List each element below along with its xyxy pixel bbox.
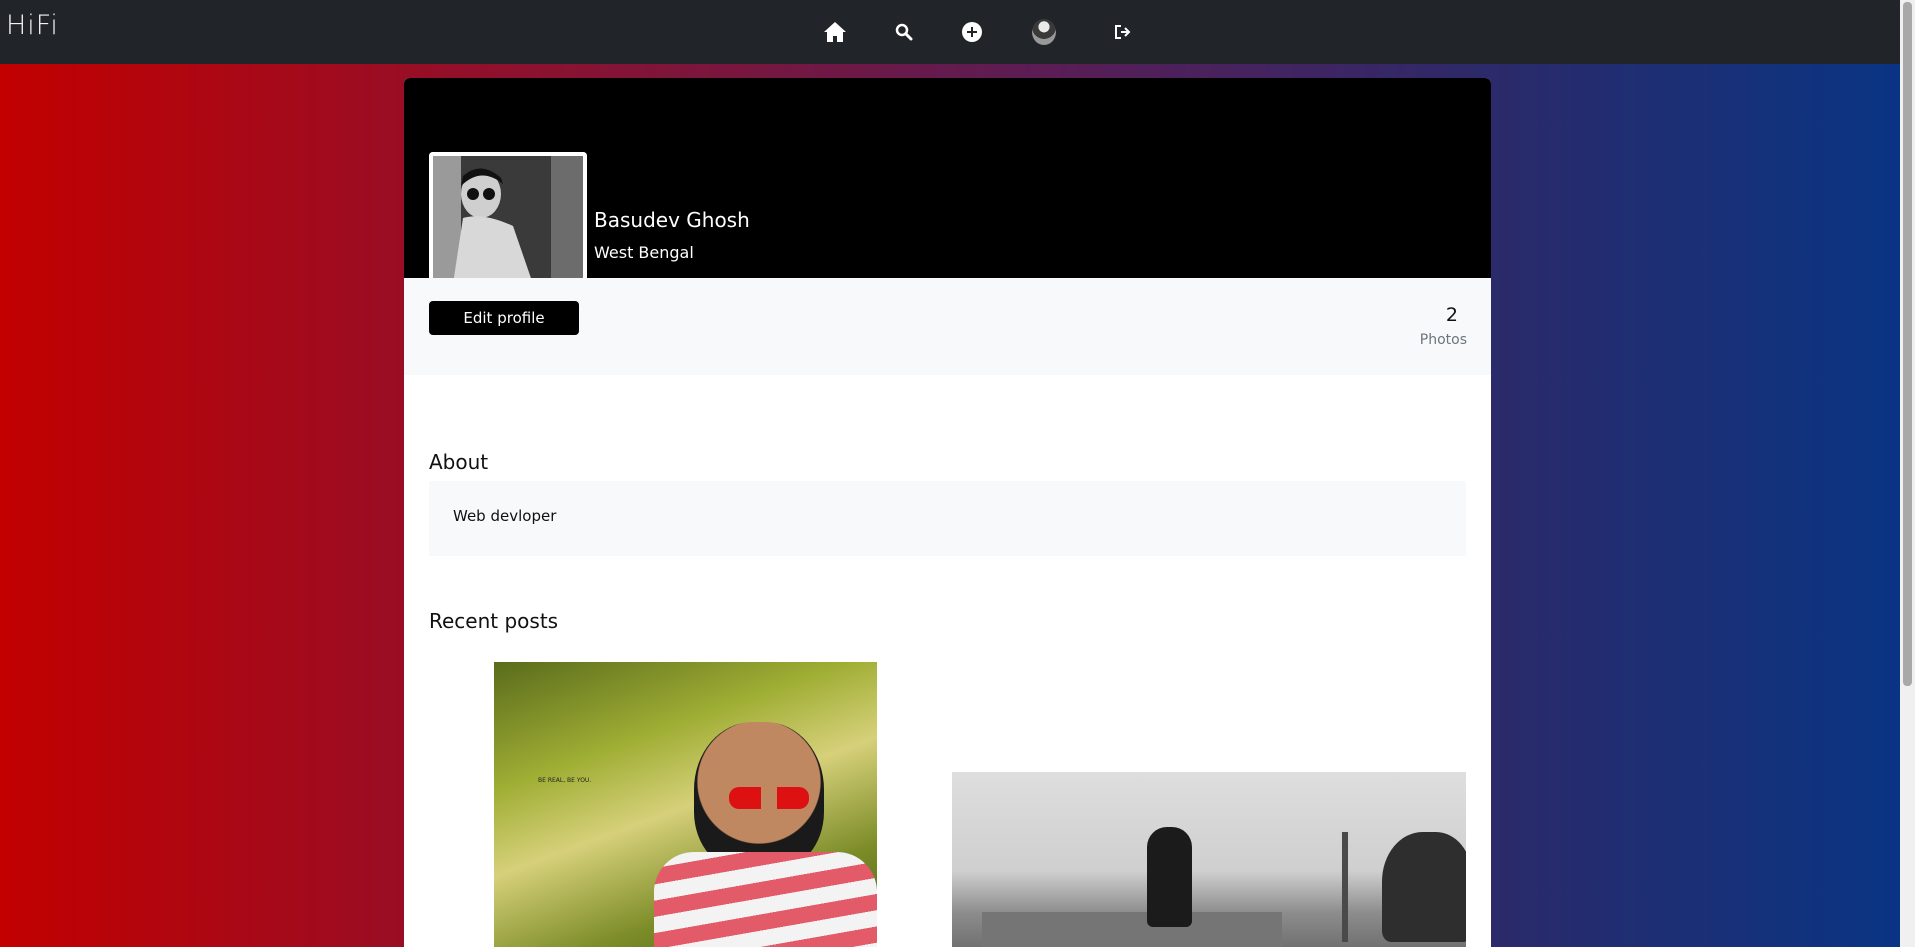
post-subject: [1147, 827, 1192, 927]
sunglasses: [729, 787, 809, 809]
post-image[interactable]: BE REAL, BE YOU.: [494, 662, 877, 947]
scrollbar-thumb[interactable]: [1903, 2, 1912, 686]
recent-posts-heading: Recent posts: [429, 609, 559, 633]
tree: [1382, 832, 1466, 942]
profile-avatar[interactable]: [1029, 17, 1059, 47]
search-icon[interactable]: [889, 17, 919, 47]
scrollbar[interactable]: [1900, 0, 1915, 947]
about-heading: About: [429, 450, 489, 474]
avatar: [1032, 19, 1056, 45]
power-tower: [1342, 832, 1348, 942]
about-text: Web devloper: [453, 507, 557, 525]
brand-logo[interactable]: HiFi: [6, 10, 59, 41]
photo-count: 2: [1445, 304, 1458, 326]
edit-profile-button[interactable]: Edit profile: [429, 301, 579, 335]
profile-name: Basudev Ghosh: [594, 208, 750, 232]
profile-stats: Edit profile 2 Photos: [404, 278, 1491, 375]
photo-count-label: Photos: [1419, 332, 1467, 348]
home-icon[interactable]: [820, 17, 850, 47]
stone-wall: [982, 912, 1282, 947]
post-image-caption: BE REAL, BE YOU.: [538, 777, 592, 784]
profile-picture: [429, 152, 587, 284]
post-image[interactable]: [952, 772, 1466, 947]
profile-cover: Basudev Ghosh West Bengal: [404, 78, 1491, 284]
profile-card: Basudev Ghosh West Bengal Edit profile 2…: [404, 78, 1491, 947]
striped-shirt: [654, 852, 877, 947]
navbar: HiFi: [0, 0, 1900, 64]
logout-icon[interactable]: [1108, 17, 1138, 47]
about-box: Web devloper: [429, 481, 1466, 556]
add-post-icon[interactable]: [957, 17, 987, 47]
profile-location: West Bengal: [594, 243, 694, 262]
